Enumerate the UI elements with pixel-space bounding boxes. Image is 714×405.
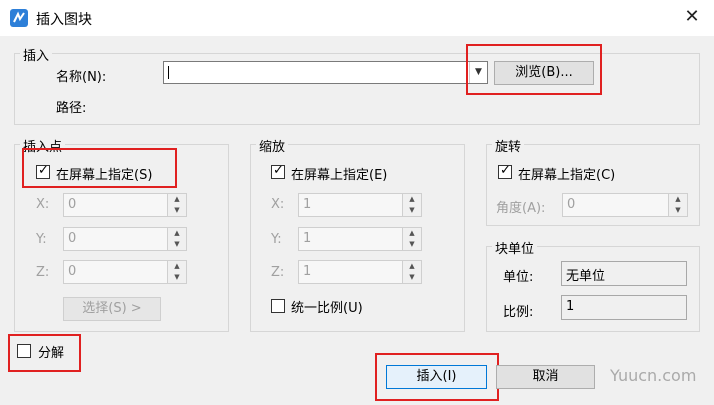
ratio-label: 比例: bbox=[503, 305, 534, 320]
angle-label: 角度(A): bbox=[496, 201, 546, 216]
spin-arrows-icon[interactable]: ▲ ▼ bbox=[402, 228, 421, 250]
unit-label: 单位: bbox=[503, 270, 534, 285]
scale-title: 缩放 bbox=[256, 136, 289, 155]
rotation-specify-checkbox[interactable] bbox=[498, 163, 512, 179]
text-cursor bbox=[168, 66, 169, 79]
insertion-y-value: 0 bbox=[68, 231, 77, 246]
scale-y-input[interactable]: 1 ▲ ▼ bbox=[298, 227, 422, 251]
rotation-specify-label[interactable]: 在屏幕上指定(C) bbox=[518, 164, 615, 183]
block-unit-title: 块单位 bbox=[492, 238, 538, 257]
spin-arrows-icon[interactable]: ▲ ▼ bbox=[668, 194, 687, 216]
angle-value: 0 bbox=[567, 197, 576, 212]
scale-z-value: 1 bbox=[303, 264, 312, 279]
scale-x-label: X: bbox=[271, 197, 285, 212]
scale-specify-label[interactable]: 在屏幕上指定(E) bbox=[291, 164, 387, 183]
rotation-title: 旋转 bbox=[492, 136, 525, 155]
scale-x-value: 1 bbox=[303, 197, 312, 212]
insertion-x-input[interactable]: 0 ▲ ▼ bbox=[63, 193, 187, 217]
insertion-z-input[interactable]: 0 ▲ ▼ bbox=[63, 260, 187, 284]
ratio-value: 1 bbox=[566, 299, 575, 314]
select-button[interactable]: 选择(S) > bbox=[63, 297, 161, 321]
scale-z-input[interactable]: 1 ▲ ▼ bbox=[298, 260, 422, 284]
cancel-button[interactable]: 取消 bbox=[496, 365, 595, 389]
spin-arrows-icon[interactable]: ▲ ▼ bbox=[167, 228, 186, 250]
browse-highlight bbox=[466, 44, 602, 95]
close-icon[interactable]: ✕ bbox=[680, 5, 704, 29]
insertion-specify-highlight bbox=[22, 148, 177, 188]
unit-field: 无单位 bbox=[561, 261, 687, 286]
insertion-z-value: 0 bbox=[68, 264, 77, 279]
angle-input[interactable]: 0 ▲ ▼ bbox=[562, 193, 688, 217]
spin-arrows-icon[interactable]: ▲ ▼ bbox=[402, 261, 421, 283]
scale-y-label: Y: bbox=[271, 232, 282, 247]
uniform-scale-label[interactable]: 统一比例(U) bbox=[291, 297, 363, 316]
scale-y-value: 1 bbox=[303, 231, 312, 246]
insertion-y-input[interactable]: 0 ▲ ▼ bbox=[63, 227, 187, 251]
watermark-text: Yuucn.com bbox=[610, 366, 697, 385]
spin-arrows-icon[interactable]: ▲ ▼ bbox=[167, 261, 186, 283]
scale-x-input[interactable]: 1 ▲ ▼ bbox=[298, 193, 422, 217]
name-combobox[interactable]: ▼ bbox=[163, 61, 488, 84]
name-label: 名称(N): bbox=[56, 70, 107, 85]
window-title: 插入图块 bbox=[36, 12, 92, 28]
path-label: 路径: bbox=[56, 101, 87, 116]
scale-z-label: Z: bbox=[271, 265, 285, 280]
insertion-x-label: X: bbox=[36, 197, 50, 212]
app-icon bbox=[10, 9, 28, 27]
insert-highlight bbox=[375, 353, 499, 401]
insertion-y-label: Y: bbox=[36, 232, 47, 247]
insertion-z-label: Z: bbox=[36, 265, 50, 280]
insertion-x-value: 0 bbox=[68, 197, 77, 212]
uniform-scale-checkbox[interactable] bbox=[271, 299, 285, 313]
spin-arrows-icon[interactable]: ▲ ▼ bbox=[167, 194, 186, 216]
spin-arrows-icon[interactable]: ▲ ▼ bbox=[402, 194, 421, 216]
insert-group-title: 插入 bbox=[20, 45, 53, 64]
title-bar: 插入图块 ✕ bbox=[0, 0, 714, 36]
scale-specify-checkbox[interactable] bbox=[271, 163, 285, 179]
ratio-field: 1 bbox=[561, 295, 687, 320]
explode-highlight bbox=[8, 334, 81, 372]
unit-value: 无单位 bbox=[566, 269, 606, 284]
